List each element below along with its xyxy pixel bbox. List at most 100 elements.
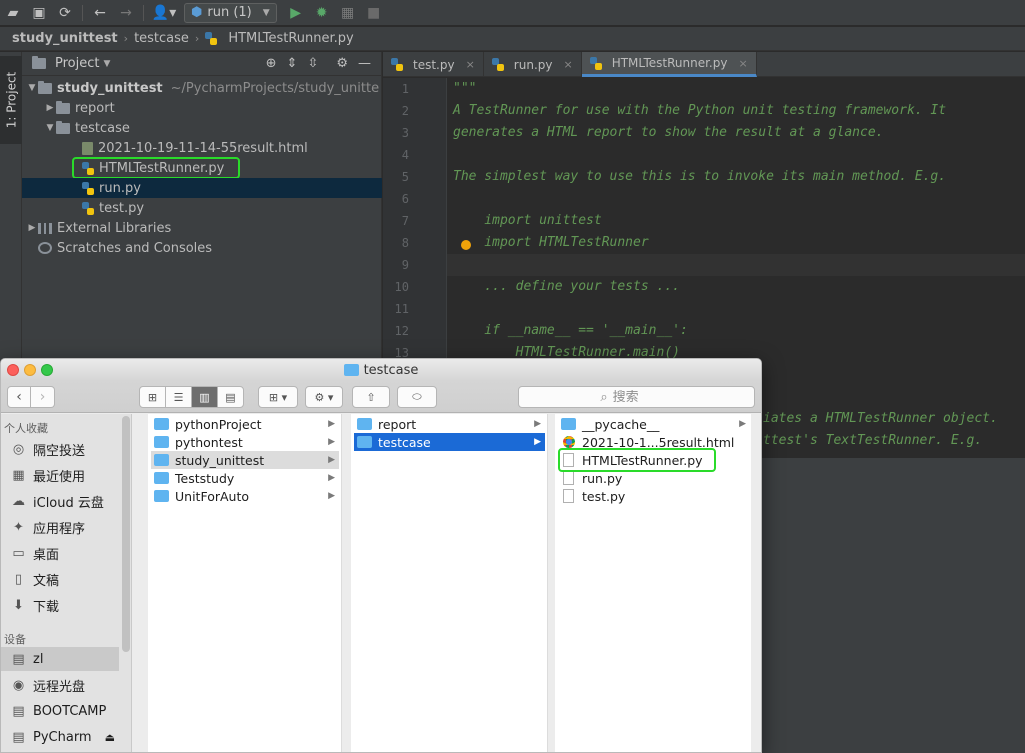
sidebar-item-recents[interactable]: ▦ 最近使用 [1, 463, 119, 487]
folder-icon [154, 472, 169, 484]
sidebar-item-bootcamp[interactable]: ▤ BOOTCAMP [1, 699, 119, 723]
close-icon[interactable]: × [563, 58, 572, 71]
sidebar-item-pycharm[interactable]: ▤ PyCharm ⏏ [1, 725, 119, 749]
finder-item-testcase[interactable]: testcase ▶ [354, 433, 545, 451]
chevron-down-icon[interactable]: ▼ [44, 123, 56, 133]
finder-item-pythontest[interactable]: pythontest ▶ [151, 433, 339, 451]
folder-icon [357, 436, 372, 448]
finder-item-run-py[interactable]: run.py [558, 469, 750, 487]
tags-button[interactable]: ⬭ [397, 386, 437, 408]
sync-icon[interactable]: ⟳ [52, 0, 78, 26]
finder-item-teststudy[interactable]: Teststudy ▶ [151, 469, 339, 487]
tab-htmltestrunner-py[interactable]: HTMLTestRunner.py × [581, 52, 757, 77]
action-gear-button[interactable]: ⚙ ▾ [305, 386, 343, 408]
finder-item-result-html[interactable]: 2021-10-1...5result.html [558, 433, 750, 451]
tree-item-testcase[interactable]: ▼ testcase [22, 118, 382, 138]
scratches-icon [38, 242, 52, 254]
sidebar-item-label: BOOTCAMP [33, 703, 107, 719]
hide-panel-icon[interactable]: — [358, 56, 371, 71]
finder-item-pycache[interactable]: __pycache__ ▶ [558, 415, 750, 433]
run-icon[interactable]: ▶ [283, 0, 309, 26]
chevron-right-icon[interactable]: ▶ [26, 223, 38, 233]
finder-item-report[interactable]: report ▶ [354, 415, 545, 433]
tree-item-label: HTMLTestRunner.py [99, 160, 225, 176]
zoom-window-button[interactable] [41, 364, 53, 376]
arrange-button[interactable]: ⊞ ▾ [258, 386, 298, 408]
finder-item-label: test.py [582, 488, 626, 504]
icon-view-button[interactable]: ⊞ [139, 386, 166, 408]
sidebar-item-zl[interactable]: ▤ zl [1, 647, 119, 671]
sidebar-section-favorites: 个人收藏 [4, 422, 48, 435]
sidebar-item-label: 应用程序 [33, 521, 86, 537]
main-toolbar: ▰ ▣ ⟳ ← → 👤▾ ⬢ run (1) ▼ ▶ ✹ ▦ ■ [0, 0, 1025, 26]
tree-item-test[interactable]: test.py [22, 198, 382, 218]
back-arrow-icon[interactable]: ← [87, 0, 113, 26]
search-input[interactable] [612, 389, 673, 405]
sidebar-item-icloud[interactable]: ☁ iCloud 云盘 [1, 489, 119, 513]
finder-item-test-py[interactable]: test.py [558, 487, 750, 505]
file-icon [563, 489, 574, 503]
chevron-down-icon: ▼ [262, 7, 270, 18]
project-panel-title[interactable]: Project [55, 56, 99, 71]
line-number: 12 [394, 324, 409, 338]
gallery-view-button[interactable]: ▤ [217, 386, 244, 408]
chevron-right-icon[interactable]: ▶ [44, 103, 56, 113]
sidebar-item-desktop[interactable]: ▭ 桌面 [1, 541, 119, 565]
chevron-down-icon[interactable]: ▼ [103, 59, 110, 69]
tree-item-external-libraries[interactable]: ▶ External Libraries [22, 218, 382, 238]
forward-button[interactable]: › [31, 385, 55, 408]
tree-item-scratches[interactable]: Scratches and Consoles [22, 238, 382, 258]
lightbulb-icon[interactable] [461, 240, 471, 250]
vcs-user-icon[interactable]: 👤▾ [148, 0, 180, 26]
column-view-button[interactable]: ▥ [191, 386, 218, 408]
minimize-window-button[interactable] [24, 364, 36, 376]
search-field[interactable]: ⌕ [518, 386, 755, 408]
tab-test-py[interactable]: test.py × [383, 52, 484, 77]
tree-item-htmltestrunner[interactable]: HTMLTestRunner.py [22, 158, 382, 178]
disk-icon: ▤ [12, 729, 25, 745]
share-button[interactable]: ⇧ [352, 386, 390, 408]
stop-icon[interactable]: ■ [361, 0, 387, 26]
sidebar-item-remote-disc[interactable]: ◉ 远程光盘 [1, 673, 119, 697]
folder-icon [561, 418, 576, 430]
close-window-button[interactable] [7, 364, 19, 376]
sidebar-scrollbar[interactable] [122, 416, 130, 652]
back-button[interactable]: ‹ [7, 385, 31, 408]
finder-item-htmltestrunner[interactable]: HTMLTestRunner.py [558, 451, 750, 469]
finder-item-unitforauto[interactable]: UnitForAuto ▶ [151, 487, 339, 505]
finder-item-pythonproject[interactable]: pythonProject ▶ [151, 415, 339, 433]
breadcrumb-item-folder[interactable]: testcase [134, 31, 189, 46]
coverage-icon[interactable]: ▦ [335, 0, 361, 26]
tree-item-root[interactable]: ▼ study_unittest ~/PycharmProjects/study… [22, 78, 382, 98]
debug-icon[interactable]: ✹ [309, 0, 335, 26]
gear-icon[interactable]: ⚙ [336, 56, 348, 71]
chevron-down-icon[interactable]: ▼ [26, 83, 38, 93]
collapse-all-icon[interactable]: ⇳ [307, 56, 318, 71]
run-config-select[interactable]: ⬢ run (1) ▼ [184, 2, 277, 23]
close-icon[interactable]: × [466, 58, 475, 71]
tree-item-run[interactable]: run.py [22, 178, 382, 198]
tree-item-report[interactable]: ▶ report [22, 98, 382, 118]
save-icon[interactable]: ▣ [26, 0, 52, 26]
finder-item-study-unittest[interactable]: study_unittest ▶ [151, 451, 339, 469]
sidebar-item-label: 隔空投送 [33, 443, 86, 459]
sidebar-item-applications[interactable]: ✦ 应用程序 [1, 515, 119, 539]
sidebar-item-documents[interactable]: ▯ 文稿 [1, 567, 119, 591]
project-tool-tab[interactable]: 1: Project [0, 56, 22, 144]
tree-item-result-html[interactable]: 2021-10-19-11-14-55result.html [22, 138, 382, 158]
breadcrumb-item-file[interactable]: HTMLTestRunner.py [228, 31, 353, 46]
line-number: 3 [401, 126, 409, 140]
eject-icon[interactable]: ⏏ [105, 731, 119, 744]
folder-icon [56, 100, 70, 114]
close-icon[interactable]: × [738, 57, 747, 70]
breadcrumb-item-project[interactable]: study_unittest [12, 31, 118, 46]
forward-arrow-icon[interactable]: → [113, 0, 139, 26]
list-view-button[interactable]: ☰ [165, 386, 192, 408]
finder-title-bar[interactable]: testcase [1, 359, 761, 381]
sidebar-item-downloads[interactable]: ⬇ 下载 [1, 593, 119, 617]
sidebar-item-airdrop[interactable]: ◎ 隔空投送 [1, 437, 119, 461]
expand-all-icon[interactable]: ⇕ [287, 56, 298, 71]
open-folder-icon[interactable]: ▰ [0, 0, 26, 26]
tab-run-py[interactable]: run.py × [484, 52, 582, 77]
locate-icon[interactable]: ⊕ [266, 56, 277, 71]
